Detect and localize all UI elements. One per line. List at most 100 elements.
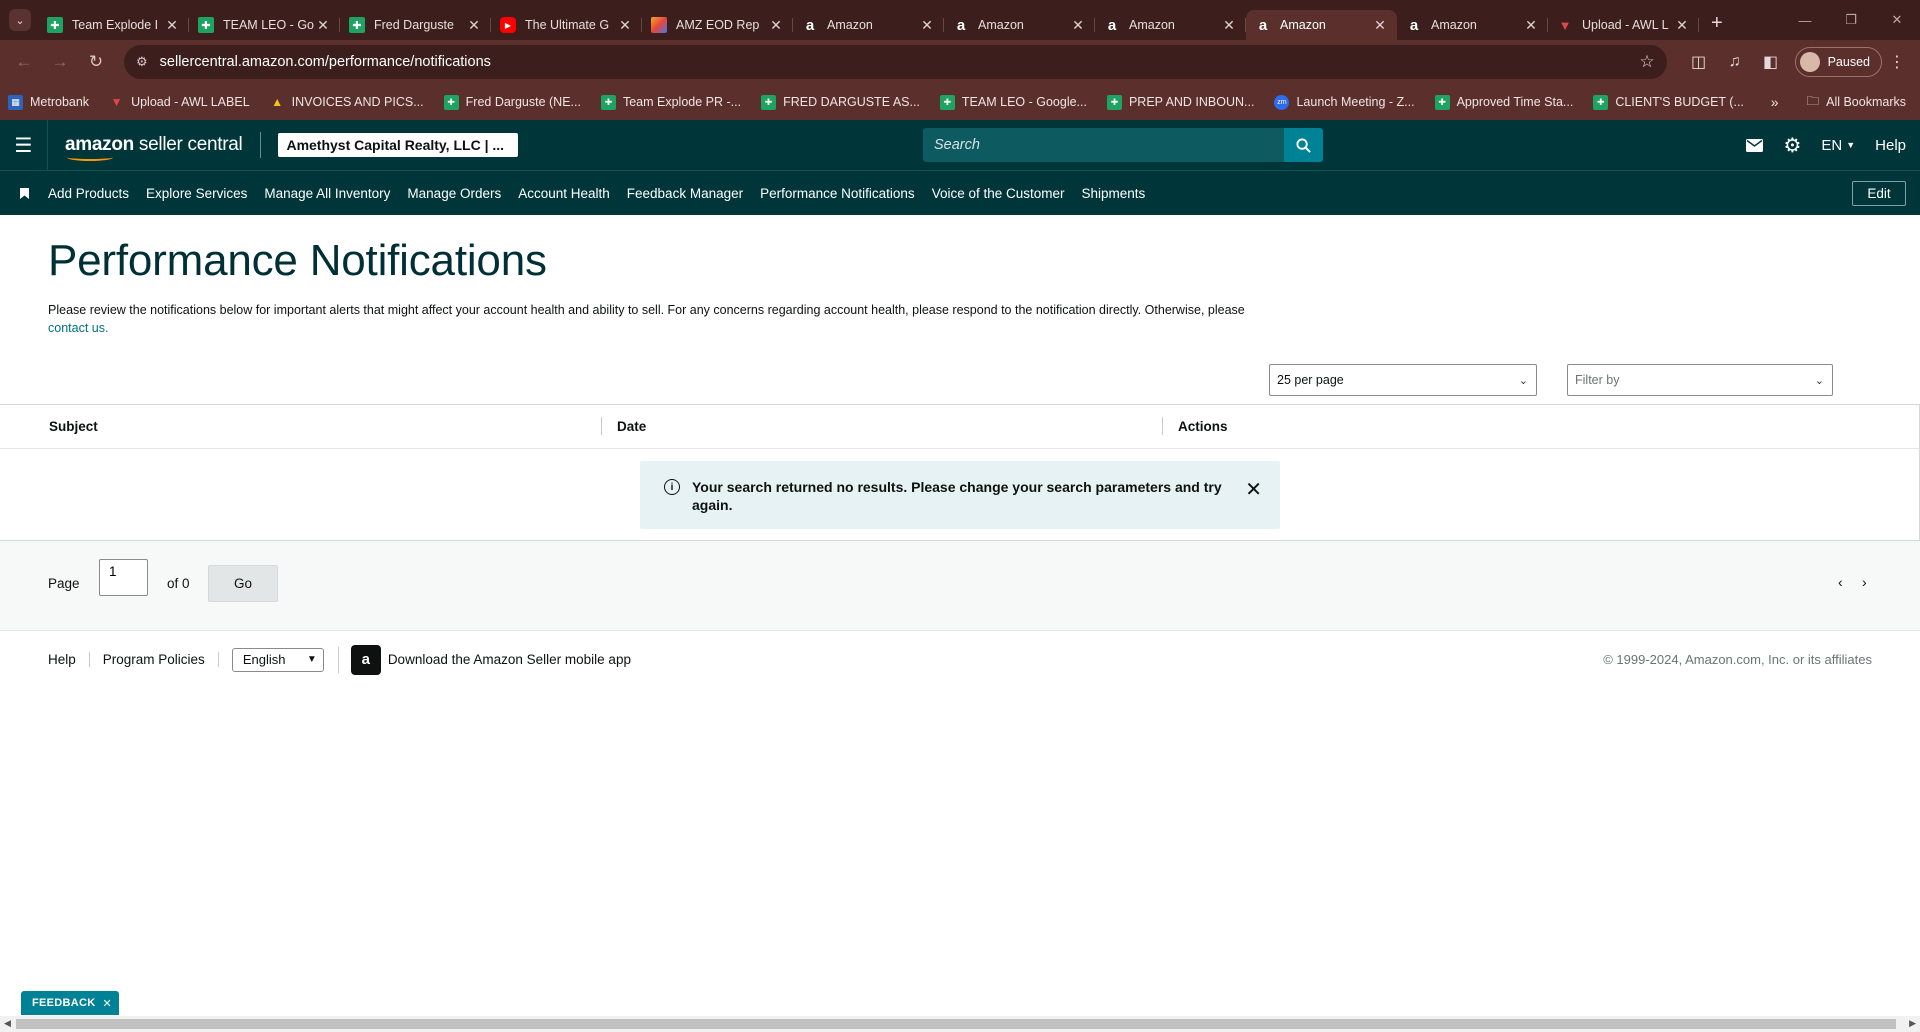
close-tab-icon[interactable]: ✕ <box>1523 17 1539 34</box>
browser-tab[interactable]: ✚ Team Explode I ✕ <box>38 10 189 40</box>
extensions-icon[interactable]: ◫ <box>1681 52 1717 72</box>
intro-text: Please review the notifications below fo… <box>48 301 1278 337</box>
browser-tab[interactable]: AMZ EOD Rep ✕ <box>642 10 793 40</box>
browser-tab[interactable]: ✚ TEAM LEO - Go ✕ <box>189 10 340 40</box>
close-window-icon[interactable]: ✕ <box>1874 12 1920 28</box>
mail-icon[interactable] <box>1746 138 1764 152</box>
bookmark-item[interactable]: ✚ Fred Darguste (NE... <box>443 94 581 110</box>
site-info-icon[interactable]: ⚙ <box>136 54 148 70</box>
bookmark-item[interactable]: ✚ TEAM LEO - Google... <box>939 94 1087 110</box>
edit-nav-button[interactable]: Edit <box>1852 181 1906 206</box>
bookmark-item[interactable]: zm Launch Meeting - Z... <box>1274 94 1415 110</box>
hamburger-menu-icon[interactable]: ☰ <box>0 120 48 170</box>
awl-icon: ▼ <box>1558 17 1572 33</box>
close-tab-icon[interactable]: ✕ <box>1372 17 1388 34</box>
browser-tab[interactable]: a Amazon ✕ <box>1397 10 1548 40</box>
language-selector[interactable]: EN ▼ <box>1821 137 1855 154</box>
scroll-right-icon[interactable]: ▶ <box>1909 1018 1916 1029</box>
browser-menu-icon[interactable]: ⋮ <box>1882 52 1912 72</box>
nav-item-manage-orders[interactable]: Manage Orders <box>407 186 501 201</box>
close-icon[interactable]: ✕ <box>1245 477 1262 502</box>
bookmark-item[interactable]: ✚ Approved Time Sta... <box>1434 94 1573 110</box>
scrollbar-thumb[interactable] <box>16 1019 1896 1029</box>
bookmark-item[interactable]: ▲ INVOICES AND PICS... <box>270 95 423 110</box>
nav-item-voice-of-the-customer[interactable]: Voice of the Customer <box>932 186 1065 201</box>
bookmark-item[interactable]: ✚ Team Explode PR -... <box>600 94 741 110</box>
bookmark-item[interactable]: ✚ FRED DARGUSTE AS... <box>761 94 920 110</box>
seller-central-logo[interactable]: amazon seller central <box>65 134 243 161</box>
column-header-date[interactable]: Date <box>617 419 646 434</box>
browser-tab[interactable]: a Amazon ✕ <box>1095 10 1246 40</box>
download-app-link[interactable]: Download the Amazon Seller mobile app <box>388 652 631 667</box>
copyright-text: © 1999-2024, Amazon.com, Inc. or its aff… <box>1603 652 1872 667</box>
horizontal-scrollbar[interactable]: ◀ ▶ <box>0 1016 1920 1032</box>
reload-icon[interactable]: ↻ <box>80 46 112 78</box>
footer-language-value: English <box>242 652 286 667</box>
page-number-input[interactable] <box>99 559 148 596</box>
search-input[interactable] <box>923 128 1284 162</box>
minimize-icon[interactable]: — <box>1782 13 1828 28</box>
amazon-smile-icon <box>67 154 113 161</box>
restore-icon[interactable]: ❐ <box>1828 12 1874 28</box>
browser-tab[interactable]: ▶ The Ultimate G ✕ <box>491 10 642 40</box>
nav-item-add-products[interactable]: Add Products <box>48 186 129 201</box>
bookmark-item[interactable]: ✚ CLIENT'S BUDGET (... <box>1593 94 1744 110</box>
side-panel-icon[interactable]: ◧ <box>1753 52 1789 72</box>
more-bookmarks-icon[interactable]: » <box>1771 94 1779 110</box>
address-bar[interactable]: ⚙ sellercentral.amazon.com/performance/n… <box>124 45 1667 79</box>
column-header-subject[interactable]: Subject <box>49 419 98 434</box>
chevron-left-icon[interactable]: ‹ <box>1838 574 1843 590</box>
go-button[interactable]: Go <box>208 565 278 602</box>
media-control-icon[interactable]: ♫ <box>1717 53 1753 71</box>
nav-item-explore-services[interactable]: Explore Services <box>146 186 247 201</box>
close-tab-icon[interactable]: ✕ <box>1221 17 1237 34</box>
all-bookmarks-link[interactable]: All Bookmarks <box>1826 95 1906 109</box>
feedback-tab[interactable]: FEEDBACK ✕ <box>21 991 120 1015</box>
browser-tab[interactable]: a Amazon ✕ <box>944 10 1095 40</box>
close-tab-icon[interactable]: ✕ <box>1070 17 1086 34</box>
nav-item-feedback-manager[interactable]: Feedback Manager <box>627 186 743 201</box>
gear-icon[interactable]: ⚙ <box>1783 133 1801 158</box>
nav-item-account-health[interactable]: Account Health <box>518 186 610 201</box>
profile-button[interactable]: Paused <box>1794 47 1882 77</box>
browser-tab[interactable]: a Amazon ✕ <box>793 10 944 40</box>
close-tab-icon[interactable]: ✕ <box>617 17 633 34</box>
contact-us-link[interactable]: contact us. <box>48 321 108 335</box>
bookmark-star-icon[interactable]: ☆ <box>1639 52 1654 72</box>
seller-app-icon[interactable]: a <box>350 644 381 675</box>
tab-search-button[interactable]: ⌄ <box>9 9 31 31</box>
browser-tab[interactable]: ▼ Upload - AWL L ✕ <box>1548 10 1699 40</box>
amazon-icon: a <box>1107 16 1117 34</box>
nav-item-shipments[interactable]: Shipments <box>1082 186 1146 201</box>
close-tab-icon[interactable]: ✕ <box>919 17 935 34</box>
footer-help-link[interactable]: Help <box>48 652 90 667</box>
close-tab-icon[interactable]: ✕ <box>768 17 784 34</box>
scroll-left-icon[interactable]: ◀ <box>4 1018 11 1029</box>
chevron-right-icon[interactable]: › <box>1862 574 1867 590</box>
browser-tab[interactable]: ✚ Fred Darguste ✕ <box>340 10 491 40</box>
back-arrow-icon[interactable]: ← <box>8 46 40 78</box>
close-tab-icon[interactable]: ✕ <box>164 17 180 34</box>
search-button[interactable] <box>1284 128 1323 162</box>
nav-item-performance-notifications[interactable]: Performance Notifications <box>760 186 915 201</box>
close-tab-icon[interactable]: ✕ <box>1674 17 1690 34</box>
help-link[interactable]: Help <box>1875 137 1906 154</box>
close-tab-icon[interactable]: ✕ <box>466 17 482 34</box>
per-page-select[interactable]: 25 per page ⌄ <box>1269 364 1537 396</box>
browser-tab[interactable]: a Amazon ✕ <box>1246 10 1397 40</box>
bookmark-item[interactable]: ✚ PREP AND INBOUN... <box>1106 94 1254 110</box>
bookmark-item[interactable]: ▦ Metrobank <box>8 94 89 110</box>
nav-item-manage-all-inventory[interactable]: Manage All Inventory <box>264 186 390 201</box>
footer-language-select[interactable]: English ▼ <box>231 647 324 672</box>
close-icon[interactable]: ✕ <box>103 997 113 1010</box>
filter-select[interactable]: Filter by ⌄ <box>1567 364 1833 396</box>
program-policies-link[interactable]: Program Policies <box>103 652 219 667</box>
forward-arrow-icon[interactable]: → <box>44 46 76 78</box>
bookmark-item[interactable]: ▼ Upload - AWL LABEL <box>109 95 250 110</box>
caret-down-icon: ▼ <box>1846 140 1856 150</box>
page-count: of 0 <box>167 576 190 591</box>
mb-icon: ▦ <box>8 94 23 110</box>
new-tab-button[interactable]: + <box>1711 12 1723 35</box>
account-switcher[interactable]: Amethyst Capital Realty, LLC | ... <box>278 133 519 157</box>
close-tab-icon[interactable]: ✕ <box>315 17 331 34</box>
